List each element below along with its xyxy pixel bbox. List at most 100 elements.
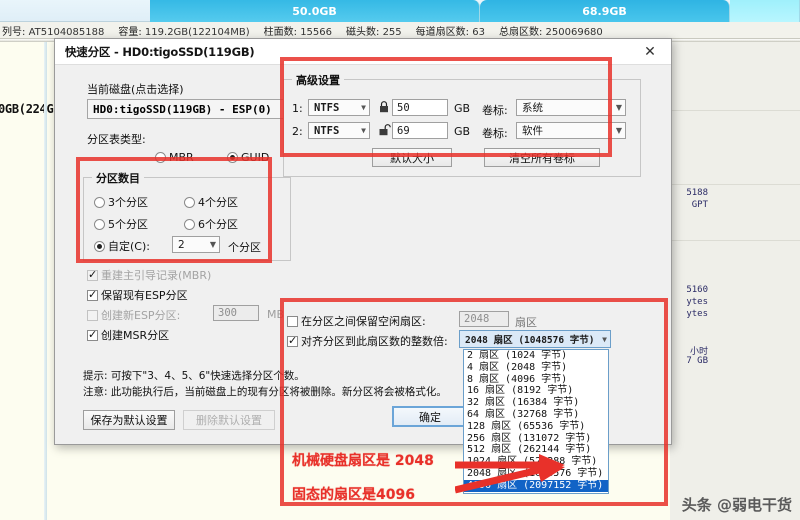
radio-guid-indicator — [227, 152, 238, 163]
adv-row-2-volume-label: 卷标: — [482, 127, 508, 140]
radio-4-partitions[interactable]: 4个分区 — [184, 194, 238, 210]
default-size-button[interactable]: 默认大小 — [372, 148, 452, 167]
radio-custom-count[interactable]: 自定(C): — [94, 238, 150, 254]
lock-closed-icon[interactable] — [378, 100, 390, 113]
radio-3-partitions[interactable]: 3个分区 — [94, 194, 148, 210]
checkbox-keep-esp-indicator — [87, 288, 98, 301]
hint-line-2: 注意: 此功能执行后，当前磁盘上的现有分区将被删除。新分区将会被格式化。 — [83, 386, 447, 398]
radio-mbr[interactable]: MBR — [155, 151, 194, 164]
info-value: 119.2GB(122104MB) — [144, 26, 250, 38]
dropdown-item[interactable]: 32 扇区 (16384 字节) — [464, 397, 608, 409]
disk-segment-2[interactable]: 68.9GB — [480, 0, 730, 22]
dropdown-item[interactable]: 64 扇区 (32768 字节) — [464, 409, 608, 421]
adv-row-1-filesystem-value: NTFS — [314, 101, 340, 114]
radio-5-partitions[interactable]: 5个分区 — [94, 216, 148, 232]
checkbox-align-partitions[interactable]: 对齐分区到此扇区数的整数倍: — [287, 333, 448, 349]
annotation-text-hdd-sector: 机械硬盘扇区是 2048 — [292, 453, 434, 469]
dropdown-item[interactable]: 16 扇区 (8192 字节) — [464, 385, 608, 397]
radio-mbr-label: MBR — [169, 151, 194, 164]
radio-guid[interactable]: GUID — [227, 151, 269, 164]
checkbox-create-msr[interactable]: 创建MSR分区 — [87, 327, 169, 343]
align-sector-value: 2048 扇区 (1048576 字节) — [465, 335, 595, 346]
info-item-heads: 磁头数: 255 — [346, 23, 402, 38]
dialog-body: 当前磁盘(点击选择) HD0:tigoSSD(119GB) - ESP(0) 分… — [55, 65, 671, 494]
adv-row-2-volume-select[interactable]: 软件 ▼ — [516, 122, 626, 139]
reserve-free-sectors-input[interactable]: 2048 — [459, 311, 509, 327]
checkbox-keep-esp[interactable]: 保留现有ESP分区 — [87, 287, 188, 303]
dropdown-item[interactable]: 128 扇区 (65536 字节) — [464, 421, 608, 433]
info-item-total-sectors: 总扇区数: 250069680 — [499, 23, 603, 38]
adv-row-1-size-unit: GB — [454, 102, 471, 115]
custom-count-value: 2 — [178, 238, 185, 251]
info-item-capacity: 容量: 119.2GB(122104MB) — [118, 23, 249, 38]
ok-button[interactable]: 确定 — [392, 406, 468, 427]
chevron-down-icon: ▼ — [361, 126, 366, 135]
checkbox-rebuild-mbr[interactable]: 重建主引导记录(MBR) — [87, 267, 211, 283]
adv-row-2-size-input[interactable]: 69 — [392, 122, 448, 139]
adv-row-2-volume-value: 软件 — [522, 125, 543, 137]
annotation-text-ssd-sector: 固态的扇区是4096 — [292, 487, 415, 503]
radio-3-partitions-label: 3个分区 — [108, 196, 148, 209]
adv-row-1-volume-select[interactable]: 系统 ▼ — [516, 99, 626, 116]
checkbox-reserve-free-sectors[interactable]: 在分区之间保留空闲扇区: — [287, 313, 426, 329]
disk-info-strip: 列号: AT5104085188 容量: 119.2GB(122104MB) 柱… — [0, 22, 800, 39]
hint-line-1: 提示: 可按下"3、4、5、6"快速选择分区个数。 — [83, 370, 305, 382]
current-disk-value[interactable]: HD0:tigoSSD(119GB) - ESP(0) — [87, 99, 285, 119]
dropdown-item[interactable]: 256 扇区 (131072 字节) — [464, 433, 608, 445]
checkbox-create-esp[interactable]: 创建新ESP分区: — [87, 307, 180, 323]
checkbox-rebuild-mbr-indicator — [87, 268, 98, 281]
current-disk-label: 当前磁盘(点击选择) — [87, 83, 184, 96]
chevron-down-icon: ▼ — [615, 126, 622, 135]
clear-all-volume-labels-button[interactable]: 清空所有卷标 — [484, 148, 600, 167]
checkbox-keep-esp-label: 保留现有ESP分区 — [101, 289, 188, 302]
adv-row-1-size-input[interactable]: 50 — [392, 99, 448, 116]
info-item-cylinders: 柱面数: 15566 — [264, 23, 332, 38]
info-key: 磁头数: — [346, 26, 380, 38]
chevron-down-icon: ▼ — [615, 103, 622, 112]
info-item-serial: 列号: AT5104085188 — [2, 23, 104, 38]
close-icon[interactable]: ✕ — [633, 42, 667, 62]
save-default-settings-button[interactable]: 保存为默认设置 — [83, 410, 175, 430]
radio-5-partitions-label: 5个分区 — [108, 218, 148, 231]
info-value: AT5104085188 — [28, 26, 105, 38]
custom-count-select[interactable]: 2 ▼ — [172, 236, 220, 253]
info-key: 列号: — [2, 26, 26, 38]
checkbox-create-esp-label: 创建新ESP分区: — [101, 309, 181, 322]
adv-row-2-filesystem-value: NTFS — [314, 124, 340, 137]
dialog-title-text: 快速分区 - HD0:tigoSSD(119GB) — [65, 44, 255, 59]
radio-6-partitions[interactable]: 6个分区 — [184, 216, 238, 232]
delete-default-settings-button[interactable]: 删除默认设置 — [183, 410, 275, 430]
dropdown-item[interactable]: 4 扇区 (2048 字节) — [464, 362, 608, 374]
radio-custom-count-indicator — [94, 240, 105, 252]
partition-table-type-label: 分区表类型: — [87, 133, 146, 146]
disk-segment-1[interactable]: 50.0GB — [150, 0, 480, 22]
partition-count-title: 分区数目 — [92, 170, 144, 186]
align-sector-select[interactable]: 2048 扇区 (1048576 字节) ▼ — [459, 330, 611, 348]
info-item-sectors-per-track: 每道扇区数: 63 — [416, 23, 485, 38]
dialog-title-bar[interactable]: 快速分区 - HD0:tigoSSD(119GB) — [55, 39, 671, 65]
adv-row-2-filesystem-select[interactable]: NTFS ▼ — [308, 122, 370, 139]
info-key: 总扇区数: — [498, 26, 543, 38]
radio-3-partitions-indicator — [94, 196, 105, 208]
radio-6-partitions-label: 6个分区 — [198, 218, 238, 231]
adv-row-1-filesystem-select[interactable]: NTFS ▼ — [308, 99, 370, 116]
create-esp-size-unit: MB — [267, 308, 285, 321]
lock-open-icon[interactable] — [378, 123, 391, 136]
create-esp-size-input[interactable]: 300 — [213, 305, 259, 321]
info-key: 容量: — [118, 26, 142, 38]
quick-partition-dialog: 快速分区 - HD0:tigoSSD(119GB) ✕ 当前磁盘(点击选择) H… — [54, 38, 672, 494]
chevron-down-icon: ▼ — [361, 103, 366, 112]
custom-count-suffix: 个分区 — [228, 241, 261, 254]
checkbox-align-partitions-indicator — [287, 334, 298, 347]
adv-row-2-index: 2: — [292, 125, 303, 138]
dropdown-item[interactable]: 2 扇区 (1024 字节) — [464, 350, 608, 362]
radio-custom-count-label: 自定(C): — [108, 240, 150, 253]
disk-segment-3[interactable] — [730, 0, 800, 22]
info-key: 每道扇区数: — [415, 26, 470, 38]
adv-row-1-volume-value: 系统 — [522, 102, 543, 114]
adv-row-1-index: 1: — [292, 102, 303, 115]
checkbox-create-msr-indicator — [87, 328, 98, 341]
chevron-down-icon: ▼ — [209, 240, 216, 249]
background-splitter[interactable] — [44, 42, 47, 520]
dropdown-item[interactable]: 8 扇区 (4096 字节) — [464, 374, 608, 386]
